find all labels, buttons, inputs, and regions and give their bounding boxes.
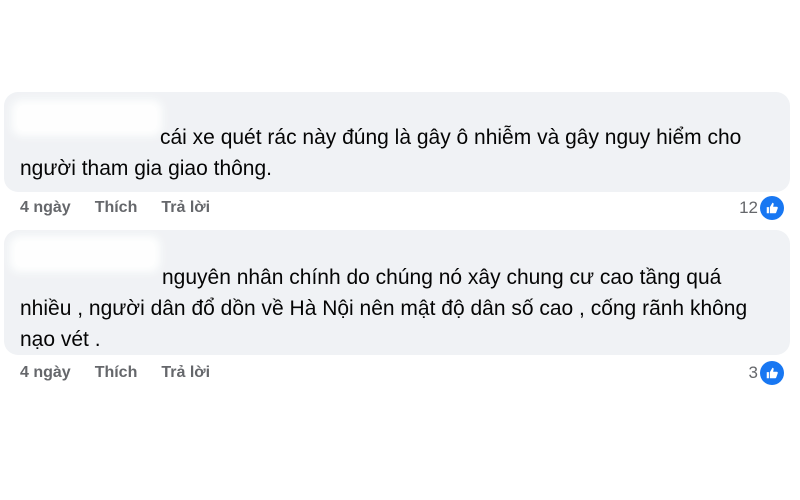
like-icon [760,361,784,385]
like-button[interactable]: Thích [95,364,138,382]
reaction-count: 3 [748,363,758,382]
comment-text: nguyên nhân chính do chúng nó xây chung … [20,266,748,351]
reaction-count: 12 [739,198,758,217]
comment-bubble: nguyên nhân chính do chúng nó xây chung … [4,230,790,355]
comment-text: cái xe quét rác này đúng là gây ô nhiễm … [20,126,742,180]
comment-bubble: cái xe quét rác này đúng là gây ô nhiễm … [4,92,790,192]
reaction-summary[interactable]: 3 [749,361,784,385]
reaction-summary[interactable]: 12 [739,196,784,220]
like-button[interactable]: Thích [95,199,138,217]
comment-actions: 4 ngày Thích Trả lời [20,361,234,385]
comment-actions: 4 ngày Thích Trả lời [20,196,234,220]
like-icon [760,196,784,220]
comment-time[interactable]: 4 ngày [20,199,71,217]
reply-button[interactable]: Trả lời [161,199,210,217]
comment-time[interactable]: 4 ngày [20,364,71,382]
reply-button[interactable]: Trả lời [161,364,210,382]
